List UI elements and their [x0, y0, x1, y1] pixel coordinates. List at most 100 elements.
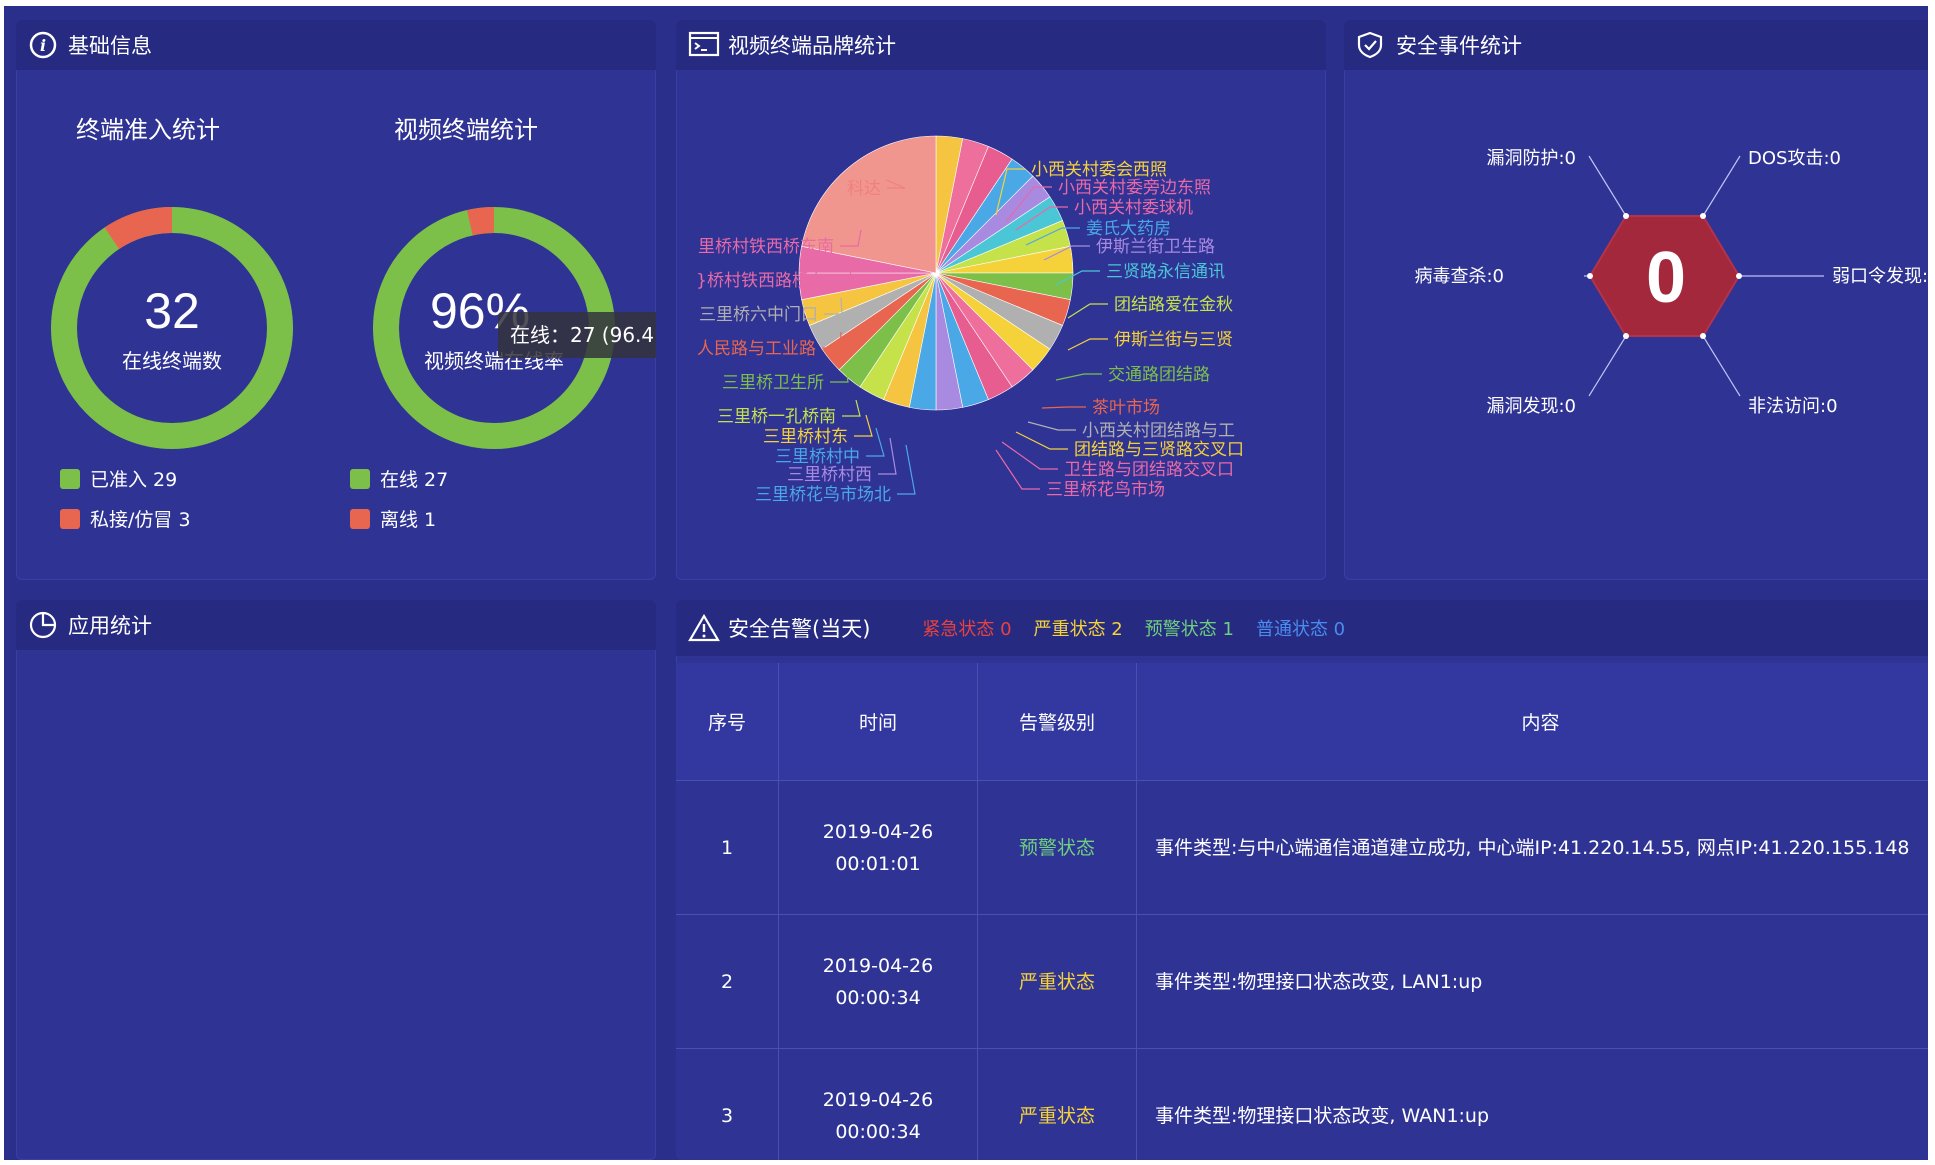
pie-label: 小西关村委旁边东照 [1058, 178, 1211, 198]
basic-info-header: i 基础信息 [16, 20, 656, 70]
shield-icon [1356, 30, 1386, 60]
cell-clock: 00:00:34 [835, 986, 921, 1009]
pie-label-line [897, 444, 916, 495]
pie-label: 交通路团结路 [1108, 365, 1210, 385]
cell-level: 严重状态 [977, 1048, 1137, 1160]
column-header-level[interactable]: 告警级别 [977, 663, 1137, 781]
pie-label-line [866, 427, 885, 457]
pie-label: 三里桥卫生所 [722, 373, 824, 393]
label-vuln-found: 漏洞发现:0 [1486, 396, 1576, 417]
alarm-table-header-row: 序号 时间 告警级别 内容 [676, 663, 1928, 781]
pie-label: 三贤路永信通讯 [1106, 262, 1225, 282]
brand-stats-title: 视频终端品牌统计 [728, 34, 896, 58]
table-row[interactable]: 2 2019-04-26 00:00:34 严重状态 事件类型:物理接口状态改变,… [676, 914, 1928, 1049]
cell-level: 严重状态 [977, 914, 1137, 1049]
access-subtitle: 终端准入统计 [76, 116, 220, 144]
status-serious[interactable]: 严重状态 2 [1034, 615, 1123, 641]
pie-chart-icon [28, 610, 58, 640]
table-row[interactable]: 1 2019-04-26 00:01:01 预警状态 事件类型:与中心端通信通道建… [676, 780, 1928, 915]
pie-label-line [1067, 303, 1108, 319]
pie-label: 人民路与工业路 [697, 339, 816, 359]
legend-label: 在线 27 [380, 469, 449, 491]
security-events-panel: 安全事件统计 0 漏洞防护:0 DOS攻击:0 病毒查杀:0 弱口令发现:0 漏… [1344, 20, 1928, 580]
legend-label: 离线 1 [380, 509, 437, 531]
legend-swatch-red [60, 508, 80, 529]
cell-time: 2019-04-26 00:01:01 [778, 780, 978, 915]
pie-label: 三里桥花鸟市场北 [755, 485, 891, 505]
access-center-label: 在线终端数 [122, 349, 222, 373]
brand-stats-header: 视频终端品牌统计 [676, 20, 1326, 70]
basic-info-panel: i 基础信息 终端准入统计 视频终端统计 32 在线终端数 96% 视频终端在线… [16, 20, 656, 580]
cell-time: 2019-04-26 00:00:34 [778, 1048, 978, 1160]
pie-label-line [854, 414, 873, 437]
dashboard: i 基础信息 终端准入统计 视频终端统计 32 在线终端数 96% 视频终端在线… [4, 6, 1928, 1160]
pie-label: 三里桥村西 [787, 465, 872, 485]
pie-label: 三里桥村东 [763, 427, 848, 447]
video-legend-online[interactable]: 在线 27 [350, 465, 448, 492]
pie-label-line [1001, 441, 1058, 470]
cell-index: 1 [676, 780, 779, 915]
label-virus-scan: 病毒查杀:0 [1414, 266, 1504, 287]
alarm-table: 序号 时间 告警级别 内容 1 2019-04-26 00:01:01 预警状态 … [676, 663, 1928, 1160]
pie-label: 小西关村团结路与工 [1082, 421, 1235, 441]
cell-content: 事件类型:物理接口状态改变, WAN1:up [1136, 1048, 1928, 1160]
table-row[interactable]: 3 2019-04-26 00:00:34 严重状态 事件类型:物理接口状态改变,… [676, 1048, 1928, 1160]
access-legend-rogue[interactable]: 私接/仿冒 3 [60, 505, 191, 532]
pie-label: 团结路与三贤路交叉口 [1074, 440, 1244, 460]
pie-label-line [1067, 338, 1108, 351]
access-center-value: 32 [144, 283, 200, 339]
alarms-title: 安全告警(当天) [728, 617, 871, 641]
alarms-header: 安全告警(当天) 紧急状态 0 严重状态 2 预警状态 1 普通状态 0 [676, 600, 1928, 656]
status-normal[interactable]: 普通状态 0 [1256, 615, 1345, 641]
status-urgent[interactable]: 紧急状态 0 [922, 615, 1011, 641]
status-warning[interactable]: 预警状态 1 [1145, 615, 1234, 641]
cell-level: 预警状态 [977, 780, 1137, 915]
terminal-icon [688, 30, 720, 60]
security-center-value: 0 [1646, 238, 1686, 318]
video-legend-offline[interactable]: 离线 1 [350, 505, 436, 532]
pie-label-line [1015, 431, 1068, 450]
cell-content: 事件类型:与中心端通信通道建立成功, 中心端IP:41.220.14.55, 网… [1136, 780, 1928, 915]
column-header-content[interactable]: 内容 [1136, 663, 1928, 781]
video-tooltip-text: 在线：27 (96.4 [510, 323, 655, 347]
pie-label: 里桥村铁西桥东南 [698, 237, 834, 257]
app-stats-title: 应用统计 [68, 614, 152, 638]
pie-label: 三里桥一孔桥南 [717, 407, 836, 427]
app-stats-panel: 应用统计 [16, 600, 656, 1160]
pie-label: 伊斯兰街卫生路 [1096, 237, 1215, 257]
pie-label: 茶叶市场 [1092, 398, 1160, 418]
legend-swatch-green [350, 468, 370, 489]
pie-label: 科达 [847, 179, 881, 199]
pie-label-line [995, 449, 1040, 490]
pie-label: 团结路爱在金秋 [1114, 295, 1233, 315]
label-vuln-protect: 漏洞防护:0 [1486, 148, 1576, 169]
cell-time: 2019-04-26 00:00:34 [778, 914, 978, 1049]
cell-clock: 00:00:34 [835, 1120, 921, 1143]
pie-label-line [1055, 373, 1102, 381]
cell-index: 3 [676, 1048, 779, 1160]
legend-label: 已准入 29 [90, 469, 178, 491]
access-legend-admitted[interactable]: 已准入 29 [60, 465, 177, 492]
security-events-title: 安全事件统计 [1396, 34, 1522, 58]
column-header-time[interactable]: 时间 [778, 663, 978, 781]
pie-label: 小西关村委会西照 [1031, 160, 1167, 180]
cell-date: 2019-04-26 [822, 820, 934, 843]
column-header-index[interactable]: 序号 [676, 663, 779, 781]
pie-label: 三里桥村中 [775, 447, 860, 467]
pie-label-line [1041, 406, 1086, 409]
legend-swatch-green [60, 468, 80, 489]
brand-stats-panel: 视频终端品牌统计 小西关村委会西照 小西关村委旁边东照 小西关村委球机 姜氏大药房 伊斯… [676, 20, 1326, 580]
legend-swatch-red [350, 508, 370, 529]
info-icon: i [28, 30, 58, 60]
pie-label: 三里桥花鸟市场 [1046, 480, 1165, 500]
cell-content: 事件类型:物理接口状态改变, LAN1:up [1136, 914, 1928, 1049]
pie-label: 姜氏大药房 [1086, 219, 1171, 239]
security-hexagon-chart: 0 漏洞防护:0 DOS攻击:0 病毒查杀:0 弱口令发现:0 漏洞发现:0 非… [1414, 148, 1928, 417]
legend-label: 私接/仿冒 3 [90, 509, 191, 531]
pie-label: 伊斯兰街与三贤 [1114, 330, 1233, 350]
cell-index: 2 [676, 914, 779, 1049]
cell-date: 2019-04-26 [822, 954, 934, 977]
security-events-header: 安全事件统计 [1344, 20, 1928, 70]
video-subtitle: 视频终端统计 [394, 116, 538, 144]
brand-pie-chart: 小西关村委会西照小西关村委旁边东照小西关村委球机姜氏大药房伊斯兰街卫生路三贤路永… [696, 135, 1244, 505]
